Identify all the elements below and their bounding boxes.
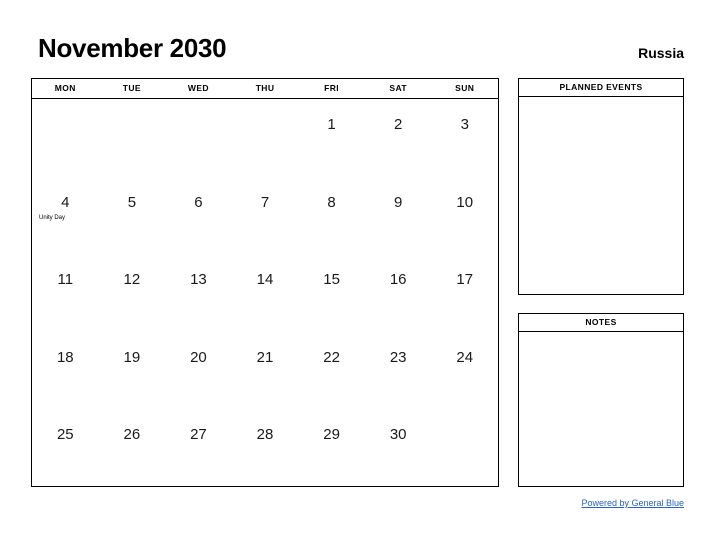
country-label: Russia [638,45,684,61]
day-cell[interactable]: 9 [365,177,432,255]
week-row: 1 2 3 [32,99,498,177]
day-cell-empty [431,409,498,487]
day-cell[interactable]: 15 [298,254,365,332]
day-number: 5 [127,193,137,211]
day-number: 30 [389,426,407,444]
day-cell[interactable]: 14 [232,254,299,332]
day-number: 15 [323,271,340,289]
day-number: 16 [389,271,407,289]
notes-panel: NOTES [518,313,684,487]
planned-events-body[interactable] [518,97,684,295]
powered-by-link[interactable]: Powered by General Blue [518,498,684,508]
weekday-header-mon: MON [54,83,76,93]
day-cell[interactable]: 26 [99,409,166,487]
day-number: 25 [56,426,74,444]
day-number: 27 [190,426,207,444]
weekday-header-wed: WED [187,83,209,93]
day-cell[interactable]: 20 [165,332,232,410]
day-cell[interactable]: 27 [165,409,232,487]
planned-events-panel: PLANNED EVENTS [518,78,684,295]
day-number: 26 [123,426,141,444]
day-number: 24 [456,348,474,366]
day-cell-empty [32,99,99,177]
day-number: 9 [394,193,403,211]
day-cell[interactable]: 10 [431,177,498,255]
weekday-header-sun: SUN [455,83,475,93]
day-cell[interactable]: 12 [99,254,166,332]
day-number: 13 [190,271,207,289]
day-number: 7 [260,193,270,211]
day-cell[interactable]: 23 [365,332,432,410]
planned-events-title: PLANNED EVENTS [518,78,684,97]
day-number: 10 [456,193,474,211]
week-row: 18 19 20 21 22 23 24 [32,332,498,410]
day-number: 22 [323,348,340,366]
day-cell[interactable]: 8 [298,177,365,255]
day-cell[interactable]: 13 [165,254,232,332]
day-number: 19 [123,348,141,366]
week-row: 25 26 27 28 29 30 [32,409,498,487]
notes-title: NOTES [518,313,684,332]
day-number: 12 [123,271,141,289]
day-number: 14 [256,271,274,289]
day-cell-empty [232,99,299,177]
calendar-weeks: 1 2 3 4 Unity Day 5 6 7 8 9 10 11 12 13 14 15 16 17 18 19 20… [32,99,498,487]
day-number: 4 [61,193,70,211]
day-cell[interactable]: 2 [365,99,432,177]
day-number: 8 [327,193,336,211]
day-cell[interactable]: 17 [431,254,498,332]
day-cell[interactable]: 4 Unity Day [32,177,99,255]
day-cell[interactable]: 24 [431,332,498,410]
day-number: 21 [256,348,274,366]
day-cell[interactable]: 22 [298,332,365,410]
day-cell[interactable]: 18 [32,332,99,410]
day-cell[interactable]: 3 [431,99,498,177]
day-cell[interactable]: 25 [32,409,99,487]
day-cell[interactable]: 21 [232,332,299,410]
weekday-header-tue: TUE [122,83,141,93]
weekday-header-row: MON TUE WED THU FRI SAT SUN [32,79,498,99]
day-cell[interactable]: 1 [298,99,365,177]
day-number: 6 [194,193,203,211]
page-title: November 2030 [38,33,227,63]
day-cell[interactable]: 19 [99,332,166,410]
calendar-grid: MON TUE WED THU FRI SAT SUN 1 2 3 4 Unity Day 5 6 7 8 9… [31,78,499,487]
day-cell[interactable]: 6 [165,177,232,255]
week-row: 4 Unity Day 5 6 7 8 9 10 [32,177,498,255]
day-number: 20 [190,348,207,366]
weekday-header-thu: THU [255,83,275,93]
weekday-header-fri: FRI [324,83,340,93]
day-number: 2 [394,116,403,133]
day-number: 23 [389,348,407,366]
day-event-label: Unity Day [39,214,66,221]
day-number: 1 [327,116,336,133]
notes-body[interactable] [518,332,684,487]
weekday-header-sat: SAT [389,83,407,93]
day-number: 18 [56,348,74,366]
day-number: 28 [256,426,274,444]
day-cell[interactable]: 5 [99,177,166,255]
day-number: 3 [460,116,469,133]
day-number: 11 [57,271,74,289]
day-cell[interactable]: 29 [298,409,365,487]
day-cell[interactable]: 7 [232,177,299,255]
day-cell[interactable]: 16 [365,254,432,332]
day-number: 17 [456,271,474,289]
week-row: 11 12 13 14 15 16 17 [32,254,498,332]
day-number: 29 [323,426,340,444]
day-cell[interactable]: 28 [232,409,299,487]
day-cell-empty [165,99,232,177]
day-cell[interactable]: 11 [32,254,99,332]
day-cell[interactable]: 30 [365,409,432,487]
day-cell-empty [99,99,166,177]
